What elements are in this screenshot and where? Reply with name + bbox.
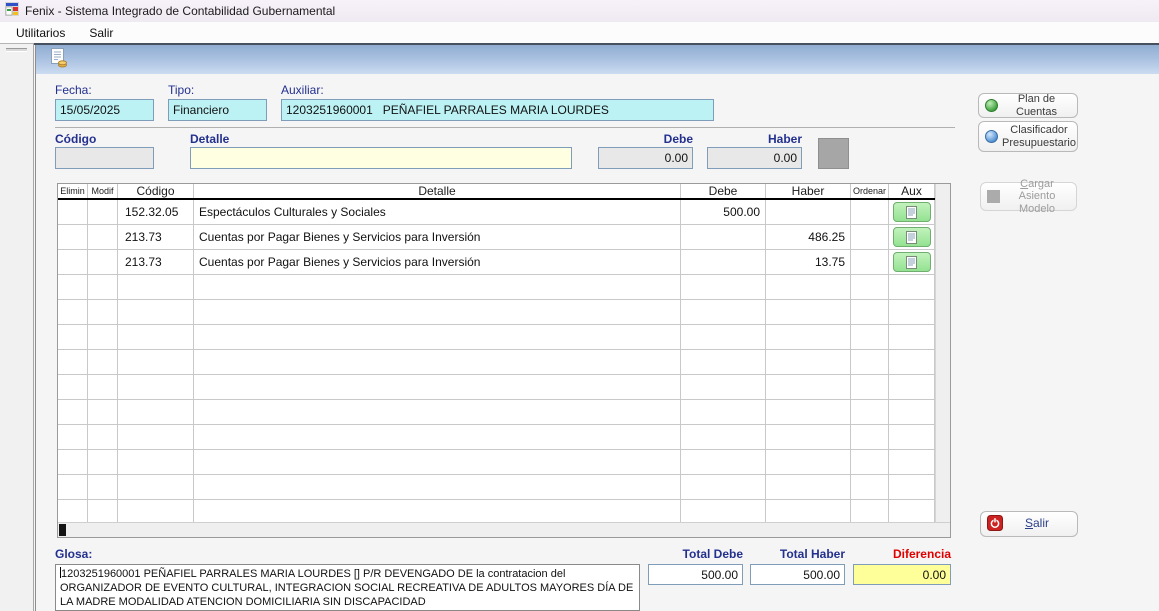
table-row-empty[interactable]: [58, 325, 935, 350]
add-entry-button[interactable]: [818, 138, 849, 169]
aux-document-button[interactable]: [893, 202, 931, 222]
table-row-empty[interactable]: [58, 375, 935, 400]
total-haber-input[interactable]: [750, 564, 845, 585]
table-row[interactable]: 152.32.05 Espectáculos Culturales y Soci…: [58, 200, 935, 225]
menubar: Utilitarios Salir: [0, 22, 1159, 43]
app-icon: [5, 2, 19, 21]
horizontal-scrollbar[interactable]: [58, 523, 934, 537]
cargar-asiento-modelo-button[interactable]: Cargar Asiento Modelo: [980, 182, 1077, 211]
grid-header: Elimin Modif Código Detalle Debe Haber O…: [58, 184, 935, 200]
codigo-input[interactable]: [55, 147, 154, 169]
grid-body: 152.32.05 Espectáculos Culturales y Soci…: [58, 200, 935, 522]
power-icon: [987, 515, 1003, 534]
glosa-textbox[interactable]: 1203251960001 PEÑAFIEL PARRALES MARIA LO…: [55, 564, 640, 611]
fecha-input[interactable]: [55, 99, 154, 121]
detalle-label: Detalle: [190, 132, 229, 146]
green-sphere-icon: [985, 99, 998, 112]
haber-label: Haber: [707, 132, 802, 146]
new-voucher-button[interactable]: [46, 48, 70, 72]
haber-input[interactable]: [707, 147, 802, 169]
window-titlebar: Fenix - Sistema Integrado de Contabilida…: [0, 0, 1159, 22]
codigo-label: Código: [55, 132, 96, 146]
scrollbar-corner: [934, 523, 950, 537]
col-header-codigo[interactable]: Código: [118, 184, 194, 198]
glosa-label: Glosa:: [55, 547, 92, 561]
col-header-modif[interactable]: Modif: [88, 184, 118, 198]
clasificador-presupuestario-button[interactable]: Clasificador Presupuestario: [978, 121, 1078, 152]
plan-de-cuentas-button[interactable]: Plan de Cuentas: [978, 93, 1078, 118]
col-header-detalle[interactable]: Detalle: [194, 184, 681, 198]
menu-item-utilitarios[interactable]: Utilitarios: [8, 24, 73, 42]
col-header-debe[interactable]: Debe: [681, 184, 766, 198]
table-row-empty[interactable]: [58, 350, 935, 375]
document-icon: [906, 256, 917, 269]
col-header-ordenar[interactable]: Ordenar: [851, 184, 889, 198]
horizontal-scrollbar-thumb[interactable]: [59, 524, 66, 536]
section-separator: [55, 127, 955, 128]
debe-input[interactable]: [598, 147, 693, 169]
debe-label: Debe: [598, 132, 693, 146]
total-debe-input[interactable]: [648, 564, 743, 585]
window-title: Fenix - Sistema Integrado de Contabilida…: [25, 4, 335, 18]
detalle-input[interactable]: [190, 147, 572, 169]
tipo-label: Tipo:: [168, 83, 194, 97]
fecha-label: Fecha:: [55, 83, 92, 97]
table-row-empty[interactable]: [58, 450, 935, 475]
col-header-haber[interactable]: Haber: [766, 184, 851, 198]
col-header-aux[interactable]: Aux: [889, 184, 935, 198]
aux-document-button[interactable]: [893, 227, 931, 247]
vertical-scrollbar[interactable]: [935, 184, 950, 522]
gray-square-icon: [987, 190, 1000, 203]
document-icon: [906, 231, 917, 244]
total-debe-label: Total Debe: [648, 547, 743, 561]
table-row[interactable]: 213.73 Cuentas por Pagar Bienes y Servic…: [58, 225, 935, 250]
blue-sphere-icon: [985, 130, 998, 143]
salir-button[interactable]: Salir: [980, 511, 1078, 537]
table-row-empty[interactable]: [58, 475, 935, 500]
table-row-empty[interactable]: [58, 425, 935, 450]
aux-document-button[interactable]: [893, 252, 931, 272]
diferencia-label: Diferencia: [853, 547, 951, 561]
entries-grid: Elimin Modif Código Detalle Debe Haber O…: [57, 183, 951, 538]
table-row-empty[interactable]: [58, 300, 935, 325]
table-row-empty[interactable]: [58, 400, 935, 425]
table-row-empty[interactable]: [58, 275, 935, 300]
document-coins-icon: [48, 47, 69, 73]
col-header-elimin[interactable]: Elimin: [58, 184, 88, 198]
panel-grabber-handle[interactable]: [6, 48, 27, 52]
toolbar: [36, 45, 1159, 74]
auxiliar-label: Auxiliar:: [281, 83, 324, 97]
table-row-empty[interactable]: [58, 500, 935, 522]
tipo-input[interactable]: [168, 99, 267, 121]
total-haber-label: Total Haber: [750, 547, 845, 561]
menu-item-salir[interactable]: Salir: [81, 24, 121, 42]
auxiliar-input[interactable]: [281, 99, 714, 121]
table-row[interactable]: 213.73 Cuentas por Pagar Bienes y Servic…: [58, 250, 935, 275]
document-icon: [906, 206, 917, 219]
left-panel[interactable]: [0, 43, 34, 611]
diferencia-input[interactable]: [853, 564, 951, 585]
